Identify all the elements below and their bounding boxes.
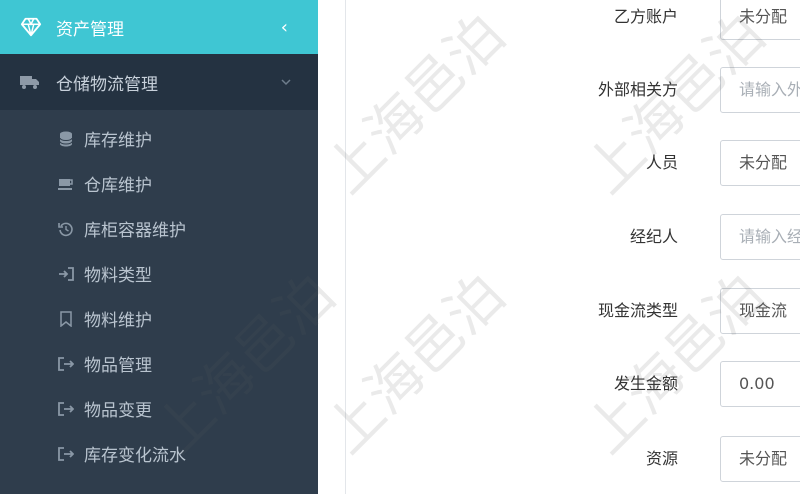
truck-icon [20, 76, 39, 89]
sidebar-item-material-type[interactable]: 物料类型 [0, 251, 318, 296]
form-row-broker: 经纪人 请输入经 [560, 214, 800, 260]
gem-icon [20, 17, 42, 37]
form-row-party-b-account: 乙方账户 未分配 [560, 0, 800, 40]
chevron-left-icon[interactable]: ‹ [281, 17, 288, 38]
cashflow-type-select[interactable]: 现金流 [720, 288, 800, 334]
form-row-resource: 资源 未分配 [560, 436, 800, 482]
sign-out-icon [58, 401, 74, 417]
sidebar-item-asset-management[interactable]: 资产管理 ‹ [0, 0, 318, 54]
sidebar-item-label: 仓库维护 [84, 176, 152, 196]
sidebar-item-container[interactable]: 库柜容器维护 [0, 206, 318, 251]
external-party-input[interactable]: 请输入外 [720, 67, 800, 113]
amount-input[interactable]: 0.00 [720, 361, 800, 407]
watermark: 上海邑泊 [313, 1, 518, 207]
field-label: 资源 [645, 449, 678, 468]
app-window: 资产管理 ‹ 仓储物流管理 库存维护 仓库维护 库柜容器维护 物料类型 物料维护… [0, 0, 800, 494]
broker-input[interactable]: 请输入经 [720, 214, 800, 260]
sidebar-item-label: 物料类型 [84, 266, 152, 286]
bookmark-icon [58, 310, 74, 327]
sidebar-item-label: 仓储物流管理 [56, 74, 158, 95]
form-row-external-party: 外部相关方 请输入外 [560, 67, 800, 113]
sidebar-item-material[interactable]: 物料维护 [0, 296, 318, 341]
personnel-select[interactable]: 未分配 [720, 140, 800, 186]
sidebar-item-inventory-flow[interactable]: 库存变化流水 [0, 431, 318, 476]
field-label: 经纪人 [629, 227, 678, 246]
history-icon [58, 221, 74, 237]
field-label: 人员 [645, 153, 678, 172]
sidebar: 资产管理 ‹ 仓储物流管理 库存维护 仓库维护 库柜容器维护 物料类型 物料维护… [0, 0, 318, 494]
sign-out-icon [58, 356, 74, 372]
watermark: 上海邑泊 [313, 261, 518, 467]
field-label: 发生金额 [613, 374, 678, 393]
sidebar-item-label: 库柜容器维护 [84, 221, 186, 241]
sidebar-item-label: 物品变更 [84, 401, 152, 421]
sidebar-item-label: 资产管理 [56, 19, 124, 40]
cup-icon [58, 176, 74, 192]
content-divider [345, 0, 346, 494]
sidebar-item-label: 物料维护 [84, 311, 152, 331]
field-label: 乙方账户 [613, 7, 678, 26]
sidebar-item-goods[interactable]: 物品管理 [0, 341, 318, 386]
form-row-personnel: 人员 未分配 [560, 140, 800, 186]
sidebar-item-label: 物品管理 [84, 356, 152, 376]
sidebar-item-label: 库存变化流水 [84, 446, 186, 466]
chevron-down-icon[interactable] [280, 76, 292, 88]
form-row-cashflow-type: 现金流类型 现金流 [560, 288, 800, 334]
sidebar-item-warehouse[interactable]: 仓库维护 [0, 161, 318, 206]
sidebar-item-warehouse-logistics[interactable]: 仓储物流管理 [0, 54, 318, 110]
sidebar-item-label: 库存维护 [84, 131, 152, 151]
party-b-account-select[interactable]: 未分配 [720, 0, 800, 40]
field-label: 现金流类型 [597, 301, 678, 320]
form-row-amount: 发生金额 0.00 [560, 361, 800, 407]
sign-out-icon [58, 446, 74, 462]
sidebar-item-inventory[interactable]: 库存维护 [0, 116, 318, 161]
sign-in-icon [58, 266, 74, 282]
sidebar-item-goods-change[interactable]: 物品变更 [0, 386, 318, 431]
field-label: 外部相关方 [597, 80, 678, 99]
resource-select[interactable]: 未分配 [720, 436, 800, 482]
sidebar-submenu: 库存维护 仓库维护 库柜容器维护 物料类型 物料维护 物品管理 物品变更 库存变… [0, 110, 318, 476]
database-icon [58, 131, 74, 147]
